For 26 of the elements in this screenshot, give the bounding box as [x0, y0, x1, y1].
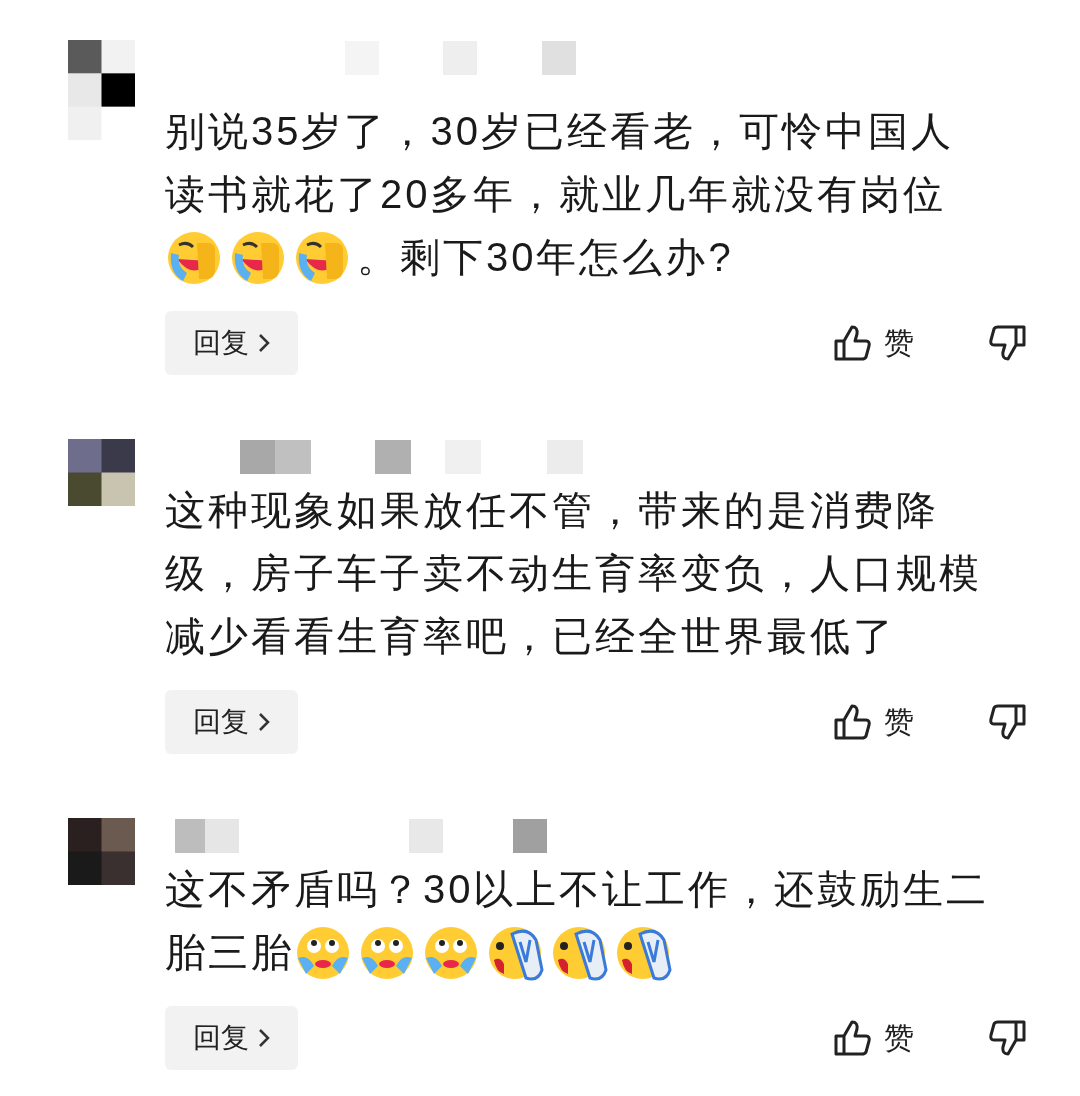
thumbs-down-icon: [988, 323, 1028, 363]
comment-text: 这不矛盾吗？30以上不让工作，还鼓励生二: [165, 866, 990, 913]
dislike-button[interactable]: [988, 1018, 1028, 1058]
thumbs-down-icon: [988, 702, 1028, 742]
reply-button[interactable]: 回复: [165, 690, 298, 754]
like-button[interactable]: 赞: [832, 701, 914, 743]
dislike-button[interactable]: [988, 323, 1028, 363]
dislike-button[interactable]: [988, 702, 1028, 742]
thumbs-down-icon: [988, 1018, 1028, 1058]
comment-text: 别说35岁了，30岁已经看老，可怜中国人: [165, 108, 954, 155]
comment-text: 这种现象如果放任不管，带来的是消费降: [165, 487, 939, 534]
reply-button[interactable]: 回复: [165, 311, 298, 375]
thumbs-up-icon: [832, 323, 872, 363]
comment-text: 级，房子车子卖不动生育率变负，人口规模: [165, 550, 982, 597]
chevron-right-icon: [256, 1027, 271, 1049]
thumbs-up-icon: [832, 702, 872, 742]
thumbs-up-icon: [832, 1018, 872, 1058]
comment-text: 。剩下30年怎么办?: [357, 234, 734, 281]
like-button[interactable]: 赞: [832, 322, 914, 364]
chevron-right-icon: [256, 711, 271, 733]
comment-text: 减少看看生育率吧，已经全世界最低了: [165, 613, 896, 660]
reply-button[interactable]: 回复: [165, 1006, 298, 1070]
like-button[interactable]: 赞: [832, 1017, 914, 1059]
chevron-right-icon: [256, 332, 271, 354]
comment-text: 读书就花了20多年，就业几年就没有岗位: [165, 171, 947, 218]
comment-text: 胎三胎: [165, 929, 294, 976]
